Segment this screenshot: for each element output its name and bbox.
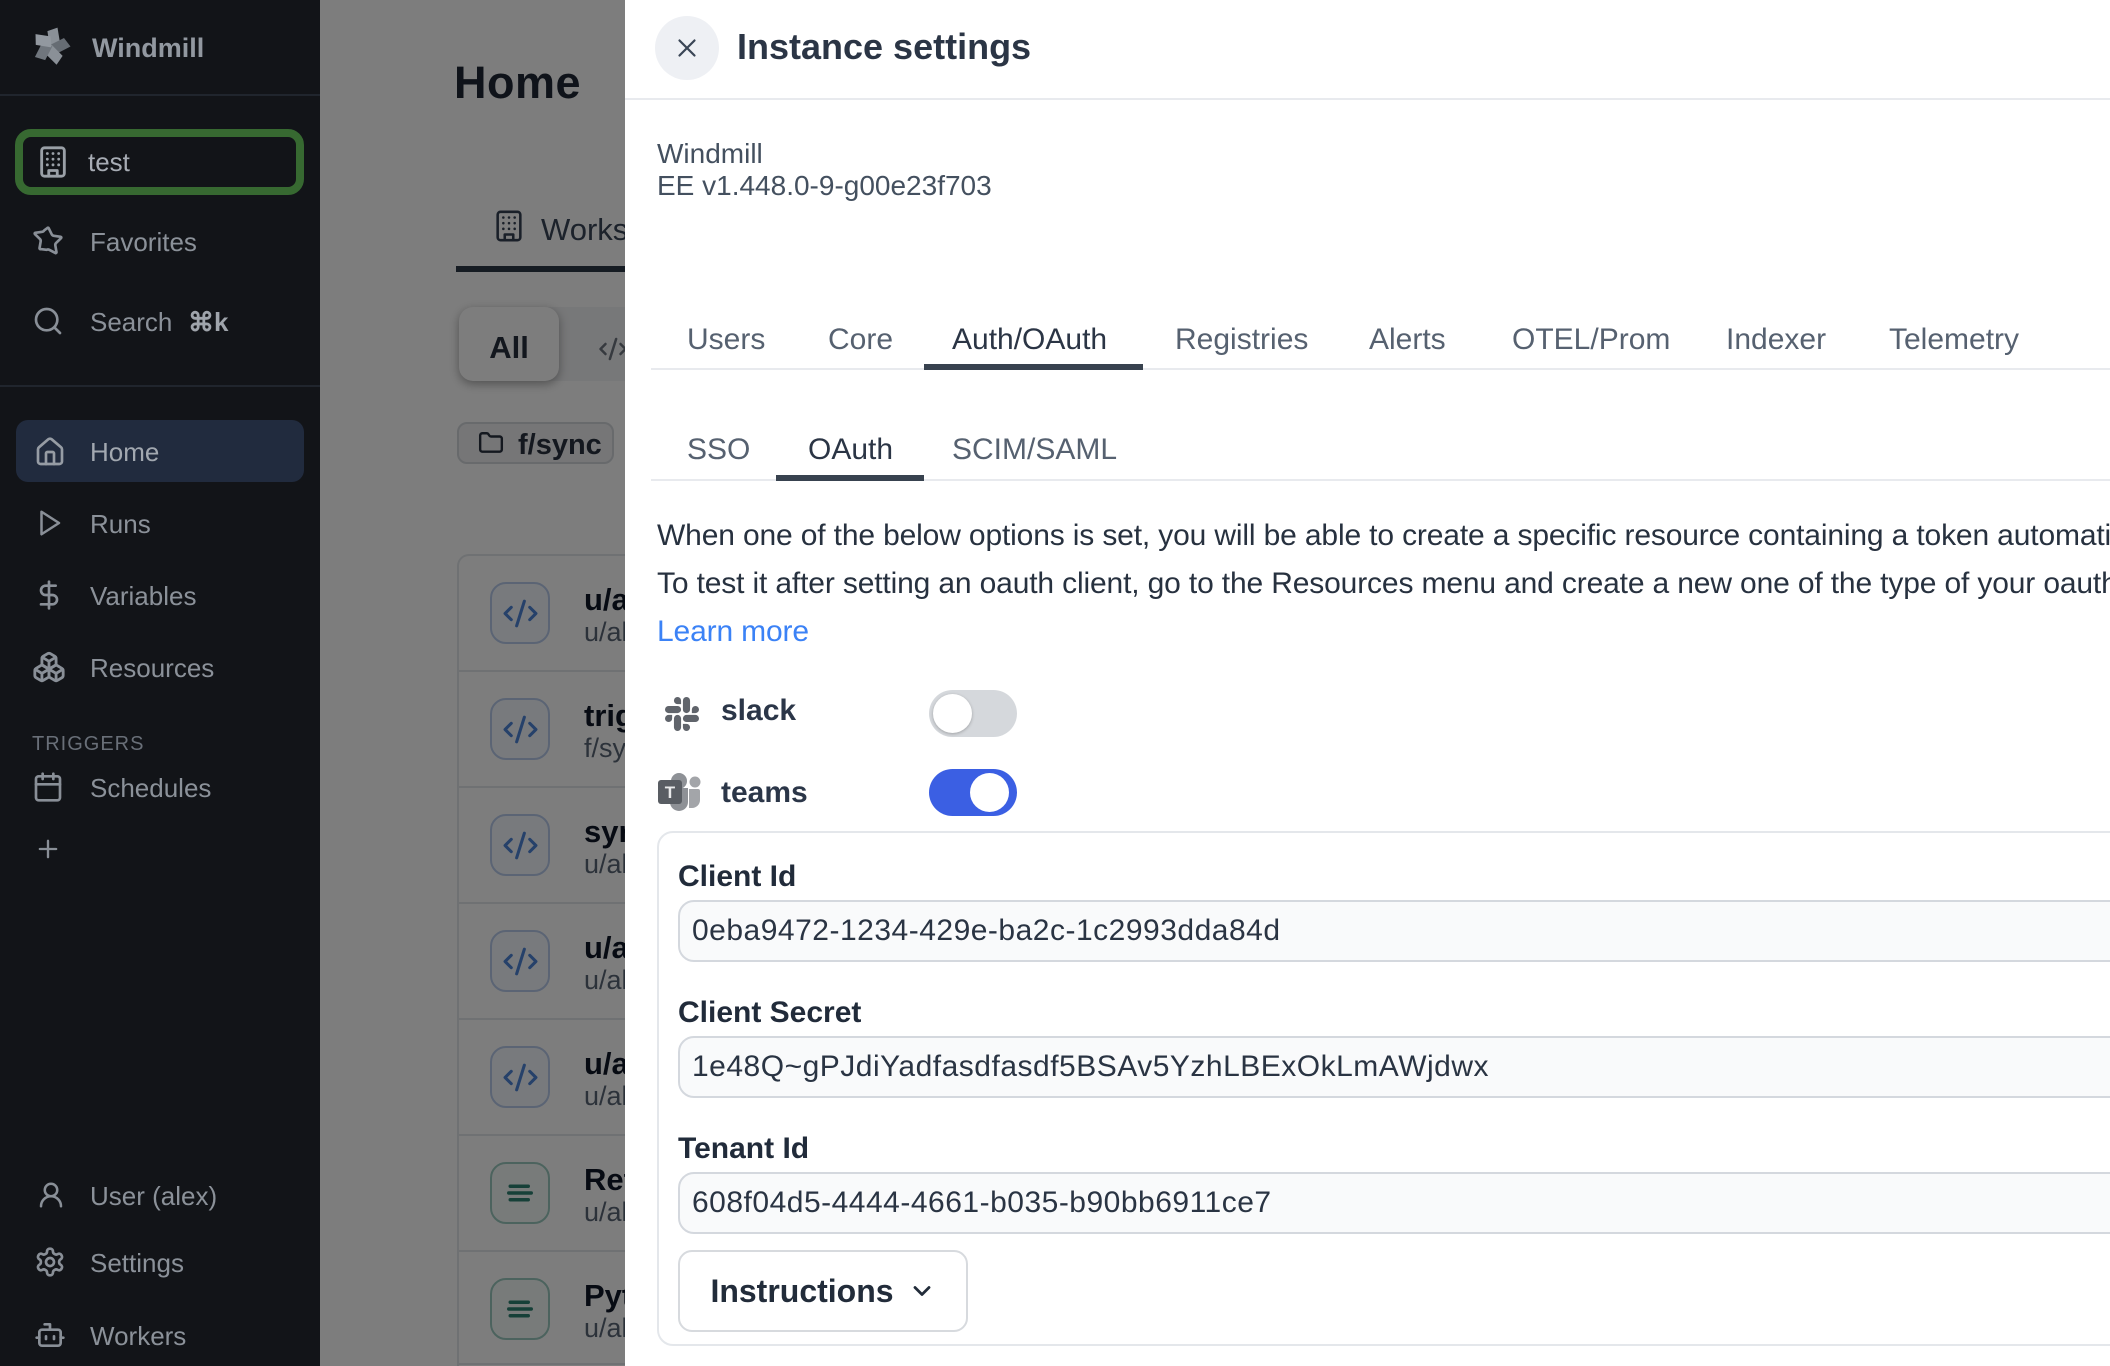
svg-text:T: T bbox=[665, 783, 676, 802]
